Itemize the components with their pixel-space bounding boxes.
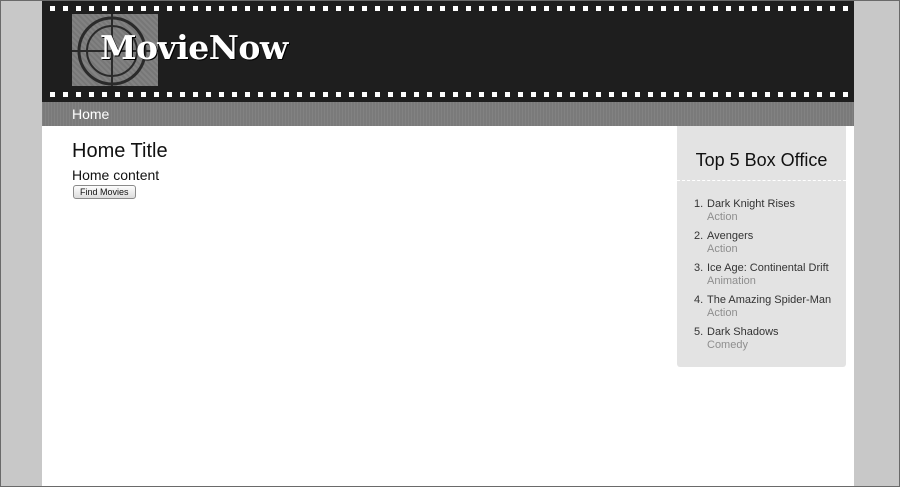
sidebar-divider: [677, 180, 846, 181]
site-logo-text[interactable]: MovieNow: [100, 28, 288, 67]
film-perforations-bottom: [42, 92, 854, 97]
film-perforations-top: [42, 6, 854, 11]
movie-title[interactable]: Dark Knight Rises: [707, 198, 795, 210]
movie-genre: Comedy: [707, 339, 748, 351]
box-office-item[interactable]: 5. Dark Shadows Comedy: [677, 326, 846, 358]
movie-rank: 4.: [694, 294, 704, 306]
movie-genre: Action: [707, 307, 738, 319]
page-container: MovieNow Home Home Title Home content Fi…: [42, 0, 854, 487]
nav-item-home[interactable]: Home: [72, 106, 109, 122]
site-header: MovieNow: [42, 0, 854, 102]
movie-title[interactable]: Avengers: [707, 230, 753, 242]
box-office-item[interactable]: 1. Dark Knight Rises Action: [677, 198, 846, 230]
movie-genre: Action: [707, 243, 738, 255]
box-office-item[interactable]: 4. The Amazing Spider-Man Action: [677, 294, 846, 326]
movie-rank: 3.: [694, 262, 704, 274]
box-office-item[interactable]: 2. Avengers Action: [677, 230, 846, 262]
top-box-office-panel: Top 5 Box Office 1. Dark Knight Rises Ac…: [677, 126, 846, 367]
movie-rank: 1.: [694, 198, 704, 210]
movie-title[interactable]: The Amazing Spider-Man: [707, 294, 831, 306]
movie-title[interactable]: Dark Shadows: [707, 326, 779, 338]
movie-rank: 5.: [694, 326, 704, 338]
sidebar-title: Top 5 Box Office: [695, 150, 828, 170]
movie-genre: Action: [707, 211, 738, 223]
page-content: Home content: [72, 167, 160, 183]
page-title: Home Title: [72, 140, 168, 162]
main-nav: Home: [42, 102, 854, 126]
movie-rank: 2.: [694, 230, 704, 242]
movie-title[interactable]: Ice Age: Continental Drift: [707, 262, 829, 274]
box-office-list: 1. Dark Knight Rises Action 2. Avengers …: [677, 198, 846, 358]
movie-genre: Animation: [707, 275, 756, 287]
find-movies-button[interactable]: Find Movies: [73, 185, 136, 199]
box-office-item[interactable]: 3. Ice Age: Continental Drift Animation: [677, 262, 846, 294]
